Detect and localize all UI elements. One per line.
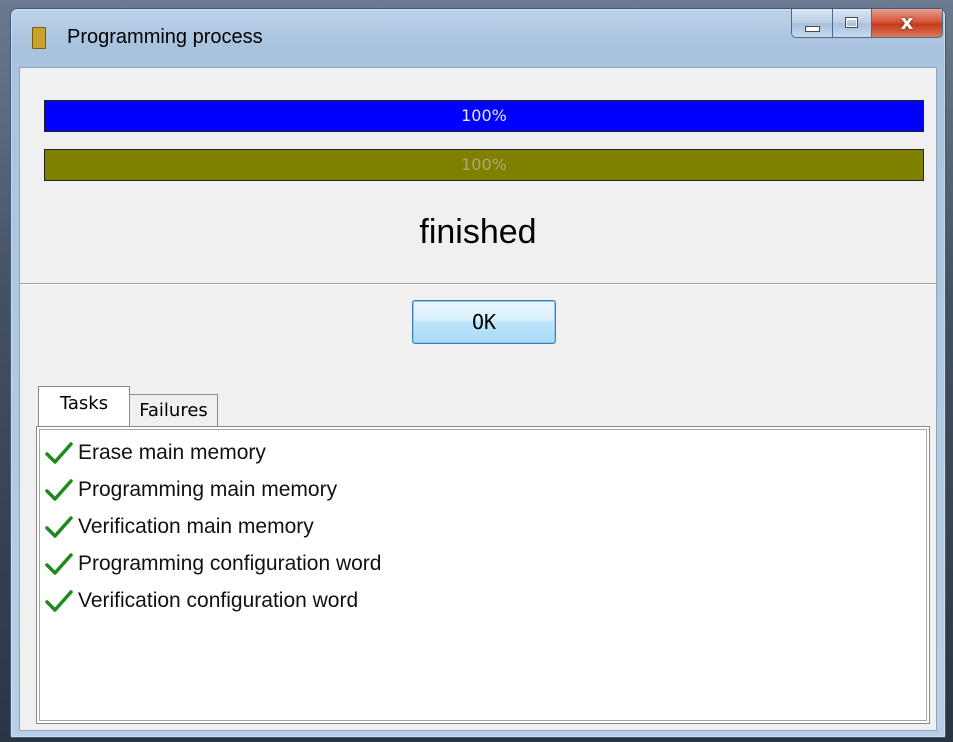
minimize-icon: [805, 26, 820, 32]
dialog-client-area: 100% 100% finished OK Tasks Failures Era…: [19, 67, 937, 731]
list-item: Verification configuration word: [44, 582, 926, 619]
task-list[interactable]: Erase main memory Programming main memor…: [39, 429, 927, 721]
title-bar[interactable]: Programming process x: [11, 9, 945, 65]
task-label: Programming main memory: [78, 477, 338, 501]
progress-bar-main: 100%: [44, 100, 924, 132]
minimize-button[interactable]: [791, 9, 833, 38]
close-icon: x: [900, 10, 914, 34]
list-item: Verification main memory: [44, 508, 926, 545]
list-item: Erase main memory: [44, 434, 926, 471]
task-label: Verification main memory: [78, 514, 314, 538]
check-icon: [45, 589, 73, 612]
list-item: Programming main memory: [44, 471, 926, 508]
maximize-button[interactable]: [833, 9, 872, 38]
check-icon: [45, 552, 73, 575]
progress-bar-secondary-label: 100%: [461, 155, 507, 174]
close-button[interactable]: x: [872, 9, 943, 38]
list-item: Programming configuration word: [44, 545, 926, 582]
status-text: finished: [419, 213, 537, 251]
task-label: Programming configuration word: [78, 551, 382, 575]
caption-buttons: x: [791, 9, 943, 39]
check-icon: [45, 478, 73, 501]
progress-bar-main-label: 100%: [461, 106, 507, 125]
progress-bar-secondary: 100%: [44, 149, 924, 181]
divider: [20, 283, 936, 285]
task-label: Verification configuration word: [78, 588, 359, 612]
ok-button[interactable]: OK: [412, 300, 556, 344]
tab-failures[interactable]: Failures: [130, 394, 218, 426]
task-label: Erase main memory: [78, 440, 266, 464]
window-title: Programming process: [67, 26, 263, 48]
check-icon: [45, 515, 73, 538]
tasks-panel: Erase main memory Programming main memor…: [36, 426, 930, 724]
programming-process-window: Programming process x 100% 100% finished…: [10, 8, 946, 738]
tab-tasks[interactable]: Tasks: [38, 386, 130, 426]
maximize-icon: [845, 17, 858, 28]
chip-icon: [29, 27, 47, 49]
check-icon: [45, 441, 73, 464]
